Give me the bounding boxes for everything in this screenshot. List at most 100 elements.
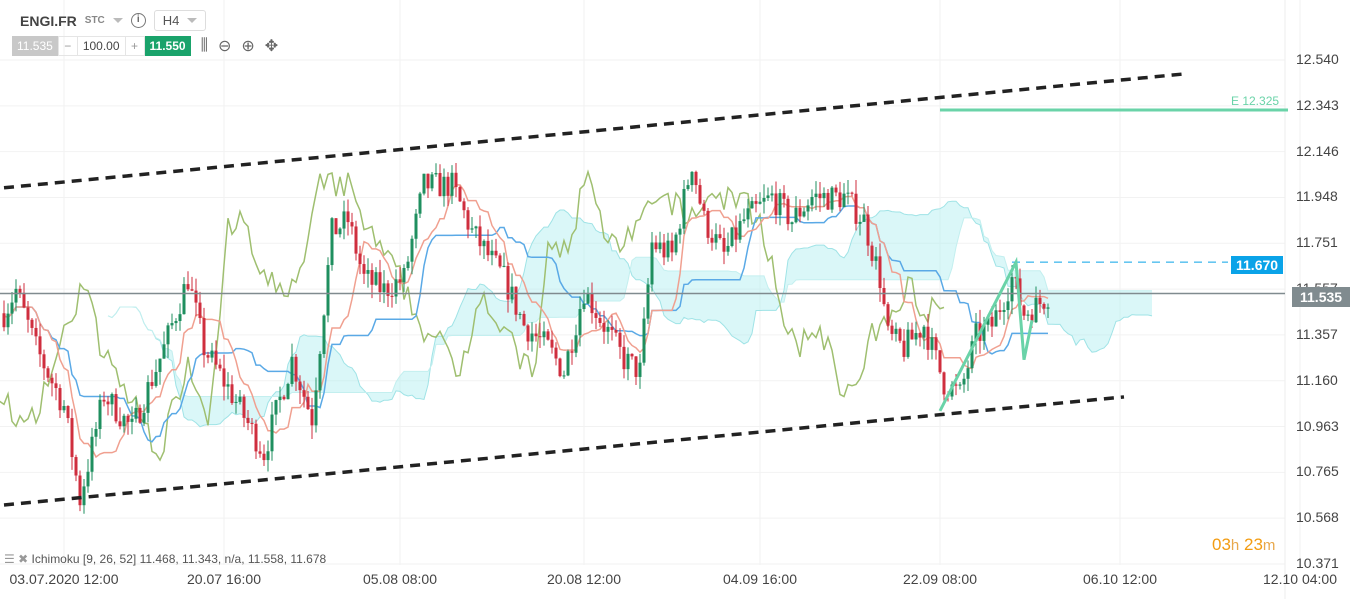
candle-body <box>342 211 346 229</box>
x-axis-label: 03.07.2020 12:00 <box>9 571 119 587</box>
candle-body <box>258 451 262 454</box>
candle-body <box>802 211 806 217</box>
timeframe-select[interactable]: H4 <box>153 10 207 31</box>
candle-body <box>442 176 446 197</box>
candle-body <box>78 475 82 506</box>
candle-body <box>362 264 366 274</box>
x-axis-label: 20.07 16:00 <box>187 571 261 587</box>
candle-body <box>678 228 682 235</box>
quantity-input[interactable]: 100.00 <box>77 36 125 56</box>
candle-body <box>686 185 690 189</box>
candle-body <box>766 195 770 198</box>
y-axis-label: 11.948 <box>1296 188 1338 205</box>
info-icon[interactable]: i <box>130 13 146 28</box>
candle-body <box>242 396 246 418</box>
candle-body <box>522 313 526 326</box>
candle-body <box>878 256 882 288</box>
x-axis-label: 22.09 08:00 <box>903 571 977 587</box>
candle-body <box>390 295 394 297</box>
x-axis-label: 12.10 04:00 <box>1263 571 1337 587</box>
candle-body <box>578 309 582 336</box>
symbol-label[interactable]: ENGI.FR <box>20 13 77 29</box>
zoom-in-icon[interactable]: ⊕ <box>241 36 254 56</box>
candle-body <box>474 226 478 229</box>
timeframe-value: H4 <box>162 13 180 28</box>
decrease-quantity-button[interactable]: − <box>57 36 78 56</box>
candle-body <box>498 255 502 267</box>
target-label: E 12.325 <box>1231 94 1280 108</box>
candle-body <box>638 362 642 377</box>
candle-body <box>494 250 498 256</box>
buy-button[interactable]: 11.550 <box>144 36 191 56</box>
indicator-remove-icon[interactable]: ✖ <box>18 552 28 566</box>
candle-body <box>482 240 486 247</box>
candle-body <box>130 418 134 422</box>
candle-body <box>1022 305 1026 316</box>
candle-body <box>870 245 874 261</box>
sell-button[interactable]: 11.535 <box>12 36 58 56</box>
y-axis-label: 11.751 <box>1296 234 1338 251</box>
candle-body <box>1026 314 1030 316</box>
y-axis-label: 10.568 <box>1296 509 1339 526</box>
candle-body <box>82 486 86 506</box>
candle-body <box>650 242 654 285</box>
candle-body <box>718 234 722 238</box>
candle-body <box>226 384 230 387</box>
candle-body <box>62 405 66 411</box>
candle-body <box>994 310 998 327</box>
move-icon[interactable]: ✥ <box>265 36 278 56</box>
candle-body <box>506 265 510 300</box>
candle-body <box>318 354 322 391</box>
price-chart[interactable] <box>0 0 1372 599</box>
candle-body <box>894 328 898 334</box>
chevron-down-icon <box>187 18 198 23</box>
candle-body <box>202 318 206 356</box>
candle-body <box>210 350 214 358</box>
zoom-out-icon[interactable]: ⊖ <box>218 36 231 56</box>
indicator-text: Ichimoku [9, 26, 52] 11.468, 11.343, n/a… <box>31 552 327 566</box>
candle-body <box>274 400 278 415</box>
y-axis-label: 11.357 <box>1296 325 1338 342</box>
candle-body <box>434 173 438 175</box>
candle-body <box>186 284 190 290</box>
candle-body <box>910 329 914 340</box>
candle-body <box>194 290 198 303</box>
candle-body <box>234 401 238 403</box>
candle-body <box>666 240 670 258</box>
candle-body <box>426 173 430 189</box>
candle-body <box>682 188 686 229</box>
candle-body <box>138 407 142 423</box>
candle-body <box>898 328 902 341</box>
candle-body <box>790 222 794 225</box>
chevron-down-icon[interactable] <box>112 18 123 23</box>
candle-body <box>546 331 550 340</box>
increase-quantity-button[interactable]: + <box>124 36 145 56</box>
candle-body <box>626 353 630 370</box>
x-axis-label: 04.09 16:00 <box>723 571 797 587</box>
level-price-tag[interactable]: 11.670 <box>1231 256 1284 274</box>
candle-body <box>110 394 114 405</box>
candles-icon[interactable]: ⫼ <box>201 37 208 55</box>
y-axis-label: 10.963 <box>1296 417 1339 434</box>
y-axis-label: 12.146 <box>1296 142 1339 159</box>
candle-body <box>930 337 934 350</box>
indicator-settings-icon[interactable]: ☰ <box>4 552 15 566</box>
candle-body <box>354 226 358 254</box>
candle-body <box>770 193 774 196</box>
candle-body <box>550 339 554 348</box>
candle-body <box>670 240 674 253</box>
candle-body <box>150 382 154 386</box>
candle-body <box>218 364 222 369</box>
candle-body <box>222 368 226 387</box>
candle-body <box>942 372 946 395</box>
candle-body <box>406 261 410 269</box>
candle-body <box>178 314 182 322</box>
candle-body <box>830 187 834 210</box>
candle-body <box>958 384 962 386</box>
candle-body <box>774 193 778 216</box>
candle-body <box>370 270 374 285</box>
candle-body <box>938 350 942 373</box>
candle-body <box>798 207 802 217</box>
candle-body <box>746 208 750 220</box>
candle-body <box>278 396 282 401</box>
